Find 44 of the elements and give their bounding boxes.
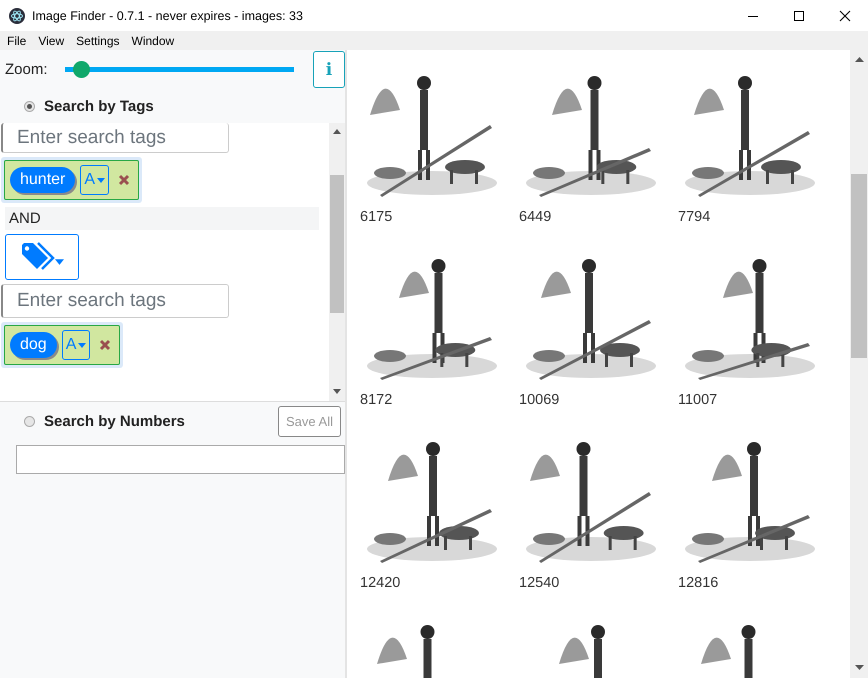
scroll-up-icon[interactable]: [854, 57, 864, 63]
tag-picker-button[interactable]: [5, 234, 79, 280]
remove-icon[interactable]: [99, 339, 112, 351]
scroll-down-icon[interactable]: [854, 665, 864, 671]
image-number: 10069: [519, 392, 560, 408]
caret-icon: [97, 178, 106, 182]
operator-label: AND: [5, 207, 319, 230]
tag-search-field[interactable]: Enter search tags: [1, 123, 229, 153]
radio-label: Search by Numbers: [44, 412, 185, 430]
menu-item[interactable]: Settings: [70, 34, 126, 48]
caret-icon: [78, 342, 86, 348]
image-number: 6449: [519, 209, 552, 225]
image-number: 6175: [360, 209, 394, 225]
match-mode-dropdown[interactable]: A: [62, 330, 90, 360]
radio-button[interactable]: [24, 100, 35, 112]
scroll-down-icon[interactable]: [333, 389, 341, 395]
radio-label: Search by Tags: [44, 98, 154, 114]
match-mode-dropdown[interactable]: A: [80, 165, 110, 195]
menu-item[interactable]: View: [32, 34, 70, 48]
image-number: 11007: [678, 392, 718, 408]
tags-icon: [20, 242, 55, 272]
image-number: 12816: [678, 575, 720, 591]
scrollbar[interactable]: [329, 123, 345, 401]
image-number: 7794: [678, 209, 712, 225]
scroll-up-icon[interactable]: [333, 129, 341, 135]
tag-search-field[interactable]: Enter search tags: [1, 284, 229, 318]
caret-icon: [55, 259, 64, 265]
image-number: 8172: [360, 392, 394, 408]
radio-button[interactable]: [24, 416, 35, 426]
zoom-label: Zoom:: [5, 61, 49, 78]
maximize-icon[interactable]: [793, 10, 805, 22]
number-search-field[interactable]: [16, 445, 345, 474]
remove-icon[interactable]: [118, 174, 130, 186]
menu-item[interactable]: Window: [126, 34, 180, 48]
scrollbar[interactable]: [850, 50, 868, 678]
close-icon[interactable]: [839, 10, 851, 22]
image-number: 12420: [360, 575, 402, 591]
menu-item[interactable]: File: [1, 34, 32, 48]
info-button[interactable]: i: [313, 51, 345, 88]
image-number: 12540: [519, 575, 560, 591]
tag-pill[interactable]: dog: [10, 332, 57, 358]
window-title: Image Finder - 0.7.1 - never expires - images: 33: [32, 8, 304, 22]
tag-pill[interactable]: hunter: [10, 167, 76, 193]
app-logo-icon: [9, 8, 25, 24]
